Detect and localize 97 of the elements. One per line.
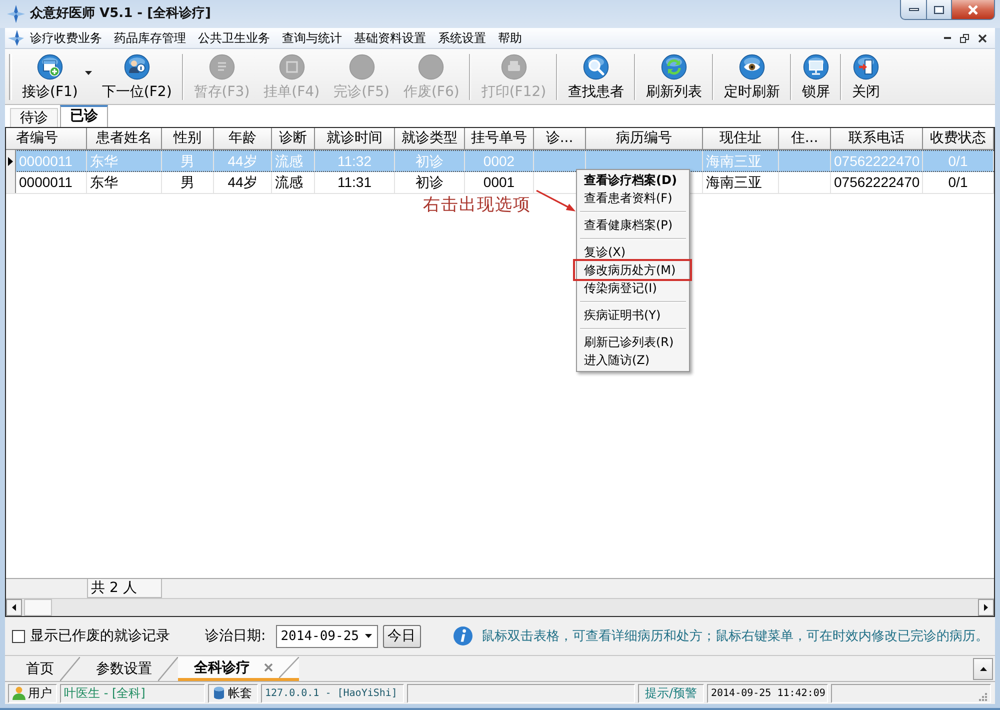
logo-icon: [8, 30, 24, 46]
annotation-text: 右击出现选项: [423, 195, 531, 215]
view-tab[interactable]: 待诊: [10, 108, 58, 127]
checkbox-label[interactable]: 显示已作废的就诊记录: [30, 627, 170, 645]
status-label: 用户: [28, 684, 52, 702]
toolbar-button[interactable]: 查找患者: [561, 50, 632, 102]
table-cell: 男: [162, 172, 214, 193]
menu-item[interactable]: 疾病证明书(Y): [577, 306, 689, 324]
toolbar-button[interactable]: 锁屏: [795, 50, 838, 102]
table-cell: 44岁: [214, 172, 272, 193]
table-cell: 0/1: [923, 151, 994, 171]
table-cell: 0000011: [16, 151, 87, 171]
user-status: 叶医生 - [全科]: [60, 684, 205, 702]
menu-item[interactable]: 查看患者资料(F): [577, 189, 689, 207]
date-label: 诊治日期:: [205, 627, 266, 645]
toolbar-button[interactable]: 下一位(F2): [94, 50, 179, 102]
monitor-icon[interactable]: [803, 54, 830, 80]
person-icon: [12, 686, 26, 700]
table-cell: 07562222470: [831, 151, 923, 171]
table-cell: 海南三亚: [703, 172, 779, 193]
search-icon[interactable]: [583, 54, 610, 80]
menu-item[interactable]: 诊疗收费业务: [24, 29, 108, 47]
menu-item[interactable]: 刷新已诊列表(R): [577, 333, 689, 351]
horizontal-scrollbar[interactable]: [6, 598, 994, 616]
right-arrow-icon: [984, 604, 988, 611]
table-cell: 0000011: [16, 172, 87, 193]
window-title: 众意好医师 V5.1 - [全科诊疗]: [30, 6, 211, 22]
menu-item[interactable]: 进入随访(Z): [577, 351, 689, 369]
info-icon: [452, 626, 473, 646]
menu-item[interactable]: 复诊(X): [577, 243, 689, 261]
resize-grip-icon[interactable]: [979, 692, 987, 700]
table-cell: 男: [162, 151, 214, 171]
document-tab[interactable]: 全科诊疗: [178, 657, 299, 681]
caret-icon[interactable]: [84, 71, 92, 75]
today-button[interactable]: 今日: [382, 624, 421, 648]
table-cell: 流感: [272, 151, 315, 171]
table-cell: 11:32: [315, 151, 395, 171]
close-icon[interactable]: [978, 34, 987, 42]
table-cell: 07562222470: [831, 172, 923, 193]
menu-item[interactable]: 查看诊疗档案(D): [577, 171, 689, 189]
scroll-right-button[interactable]: [978, 599, 994, 616]
close-icon: [967, 4, 979, 14]
table-cell: 初诊: [395, 151, 465, 171]
alerts-button[interactable]: 提示/预警: [638, 684, 704, 702]
up-arrow-icon: [980, 666, 986, 670]
menu-item[interactable]: 基础资料设置: [348, 29, 432, 47]
caret-icon[interactable]: [364, 634, 372, 638]
table-cell: 0001: [465, 172, 534, 193]
menu-item[interactable]: 系统设置: [432, 29, 492, 47]
account-status: 127.0.0.1 - [HaoYiShi]: [261, 684, 404, 702]
table-cell: 东华: [87, 151, 162, 171]
toolbar-button[interactable]: 定时刷新: [717, 50, 788, 102]
menu-item[interactable]: 公共卫生业务: [192, 29, 276, 47]
scrollbar-thumb[interactable]: [24, 599, 52, 616]
table-cell: 流感: [272, 172, 315, 193]
toolbar-button[interactable]: 关闭: [845, 50, 888, 102]
logo-icon: [7, 5, 25, 23]
menu-item[interactable]: 修改病历处方(M): [573, 259, 692, 281]
exit-door-icon[interactable]: [853, 54, 880, 80]
table-cell: 0002: [465, 151, 534, 171]
scroll-up-button[interactable]: [973, 658, 993, 680]
toolbar-button[interactable]: 刷新列表: [639, 50, 710, 102]
left-arrow-icon: [12, 604, 16, 611]
date-dropdown[interactable]: 2014-09-25: [276, 624, 378, 648]
table-cell: 海南三亚: [703, 151, 779, 171]
menu-item[interactable]: 查看健康档案(P): [577, 216, 689, 234]
table-cell: 0/1: [923, 172, 994, 193]
datetime-status: 2014-09-25 11:42:09: [707, 684, 828, 702]
minimize-icon: [908, 8, 918, 11]
people-icon[interactable]: [124, 54, 150, 80]
status-label: 帐套: [228, 684, 252, 702]
eye-icon[interactable]: [739, 54, 766, 80]
checkbox[interactable]: [12, 630, 25, 642]
database-icon: [212, 686, 226, 700]
restore-icon[interactable]: [960, 34, 969, 42]
table-cell: 初诊: [395, 172, 465, 193]
toolbar-button[interactable]: 接诊(F1): [15, 50, 85, 102]
pointer-arrow: [536, 190, 576, 212]
summary-cell: 共 2 人: [87, 579, 162, 598]
refresh-icon[interactable]: [661, 54, 688, 80]
row-header[interactable]: [6, 150, 16, 172]
form-plus-icon[interactable]: [36, 54, 63, 80]
scroll-left-button[interactable]: [6, 599, 22, 616]
menu-item[interactable]: 查询与统计: [276, 29, 348, 47]
close-button[interactable]: [952, 0, 995, 20]
hint-text: 鼠标双击表格，可查看详细病历和处方；鼠标右键菜单，可在时效内修改已完诊的病历。: [482, 628, 989, 645]
current-row-icon: [8, 156, 13, 166]
table-cell: 东华: [87, 172, 162, 193]
table-cell: 44岁: [214, 151, 272, 171]
maximize-icon: [934, 6, 944, 14]
maximize-button[interactable]: [927, 0, 952, 20]
view-tab[interactable]: 已诊: [60, 105, 108, 127]
menu-item[interactable]: 传染病登记(I): [577, 279, 689, 297]
minimize-button[interactable]: [900, 0, 927, 20]
table-cell: 11:31: [315, 172, 395, 193]
menu-item[interactable]: 药品库存管理: [108, 29, 192, 47]
menu-item[interactable]: 帮助: [492, 29, 528, 47]
